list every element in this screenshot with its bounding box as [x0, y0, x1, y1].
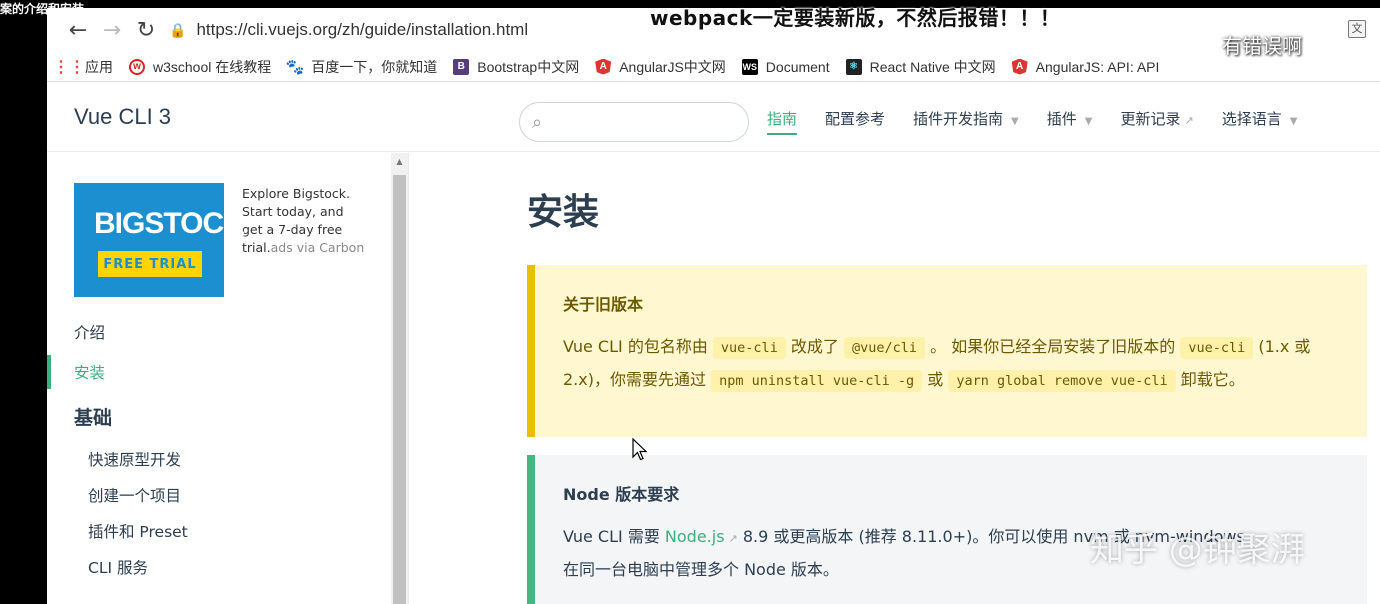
nav-label: 插件: [1046, 110, 1077, 128]
url-text: https://cli.vuejs.org/zh/guide/installat…: [196, 20, 529, 39]
chevron-down-icon: ▼: [1289, 116, 1298, 127]
browser-window: ← → ↻ 🔒 https://cli.vuejs.org/zh/guide/i…: [47, 8, 1380, 604]
search-icon: ⌕: [532, 111, 543, 133]
nav-plugins[interactable]: 插件 ▼: [1047, 108, 1093, 135]
nav-guide[interactable]: 指南: [767, 108, 798, 135]
bookmark-label: Bootstrap中文网: [477, 58, 580, 75]
back-icon[interactable]: ←: [61, 15, 95, 45]
external-link-icon: ↗: [1184, 114, 1194, 127]
sidebar-item-prototyping[interactable]: 快速原型开发: [88, 448, 188, 470]
bookmark-label: w3school 在线教程: [153, 58, 272, 75]
bookmark-label: 应用: [85, 58, 113, 75]
bookmark-label: AngularJS中文网: [619, 58, 726, 75]
sidebar-item-plugins-preset[interactable]: 插件和 Preset: [88, 520, 188, 542]
sidebar-scrollbar[interactable]: ▲: [391, 153, 408, 604]
angular-icon: A: [595, 58, 612, 75]
bookmark-apps[interactable]: ⋮⋮ 应用: [53, 57, 113, 77]
chevron-down-icon: ▼: [1011, 116, 1019, 127]
top-nav: 指南 配置参考 插件开发指南 ▼ 插件 ▼ 更新记录 ↗ 选择语言 ▼: [767, 108, 1325, 135]
bookmark-label: AngularJS: API: API: [1035, 58, 1160, 75]
active-indicator: [47, 355, 51, 389]
sidebar-item-cli-service[interactable]: CLI 服务: [88, 556, 188, 578]
ad-image[interactable]: BIGSTOCK™ FREE TRIAL: [74, 183, 252, 297]
lock-icon: 🔒: [169, 21, 187, 38]
ws-icon: WS: [741, 58, 758, 75]
sidebar-links: 介绍 安装 基础 快速原型开发 创建一个项目 插件和 Preset CLI 服务: [47, 321, 188, 592]
code-inline: yarn global remove vue-cli: [948, 370, 1176, 392]
ad-brand: BIGSTOCK™: [94, 207, 252, 240]
nav-label: 指南: [767, 110, 798, 128]
watermark: 知乎 @钟聚湃: [1090, 530, 1305, 570]
warning-block: 关于旧版本 Vue CLI 的包名称由 vue-cli 改成了 @vue/cli…: [527, 265, 1367, 437]
code-inline: vue-cli: [1180, 337, 1254, 359]
ad-via: ads via Carbon: [270, 240, 365, 255]
mouse-cursor-icon: [632, 438, 648, 461]
bootstrap-icon: B: [453, 58, 470, 75]
url-field[interactable]: 🔒 https://cli.vuejs.org/zh/guide/install…: [169, 20, 528, 40]
sidebar: BIGSTOCK™ FREE TRIAL Explore Bigstock. S…: [47, 153, 409, 604]
overlay-error-label: 有错误啊: [1222, 34, 1302, 58]
page-title: 安装: [527, 192, 600, 233]
search-box[interactable]: ⌕: [519, 102, 749, 142]
bookmark-document[interactable]: WS Document: [741, 58, 830, 75]
bookmarks-bar: ⋮⋮ 应用 w w3school 在线教程 🐾 百度一下，你就知道 B Bootstra…: [47, 52, 1380, 82]
bookmark-label: Document: [765, 58, 830, 75]
forward-icon[interactable]: →: [95, 15, 129, 45]
scroll-up-icon[interactable]: ▲: [391, 153, 408, 171]
nodejs-link[interactable]: Node.js: [665, 527, 725, 546]
bookmark-label: 百度一下，你就知道: [311, 58, 438, 75]
translate-icon[interactable]: 文: [1348, 20, 1366, 38]
bookmark-bootstrap[interactable]: B Bootstrap中文网: [453, 57, 579, 77]
nav-changelog[interactable]: 更新记录 ↗: [1120, 108, 1193, 135]
apps-icon: ⋮⋮: [53, 58, 85, 76]
bookmark-react-native[interactable]: ⚛ React Native 中文网: [845, 57, 996, 77]
nav-label: 配置参考: [825, 110, 886, 128]
react-icon: ⚛: [845, 58, 862, 75]
ad-text[interactable]: Explore Bigstock. Start today, and get a…: [242, 183, 367, 297]
carbon-ad[interactable]: BIGSTOCK™ FREE TRIAL Explore Bigstock. S…: [74, 183, 367, 297]
sidebar-group-basics: 基础: [74, 407, 113, 429]
bookmark-angularjs-cn[interactable]: A AngularJS中文网: [595, 57, 726, 77]
sidebar-item-install[interactable]: 安装: [47, 355, 188, 389]
warning-title: 关于旧版本: [563, 295, 644, 314]
nav-label: 插件开发指南: [913, 110, 1004, 128]
angular-icon: A: [1011, 58, 1028, 75]
chevron-down-icon: ▼: [1084, 116, 1093, 127]
nav-plugin-dev[interactable]: 插件开发指南 ▼: [913, 108, 1019, 135]
ad-badge: FREE TRIAL: [98, 251, 202, 277]
bookmark-angularjs-api[interactable]: A AngularJS: API: API: [1011, 58, 1160, 75]
search-input[interactable]: [550, 107, 731, 137]
w3school-icon: w: [129, 58, 145, 75]
bookmark-label: React Native 中文网: [869, 58, 996, 75]
sidebar-item-label: 安装: [74, 364, 106, 382]
tip-title: Node 版本要求: [563, 485, 680, 504]
warning-text: Vue CLI 的包名称由 vue-cli 改成了 @vue/cli 。 如果你…: [563, 331, 1339, 397]
overlay-note: webpack一定要装新版，不然后报错！！！: [650, 6, 1061, 30]
nav-config[interactable]: 配置参考: [825, 108, 885, 135]
sidebar-item-creating-project[interactable]: 创建一个项目: [88, 484, 188, 506]
nav-language[interactable]: 选择语言 ▼: [1222, 108, 1298, 135]
code-inline: @vue/cli: [844, 337, 926, 359]
code-inline: npm uninstall vue-cli -g: [711, 370, 923, 392]
code-inline: vue-cli: [712, 337, 786, 359]
baidu-icon: 🐾: [285, 58, 305, 76]
bookmark-w3school[interactable]: w w3school 在线教程: [129, 57, 271, 77]
reload-icon[interactable]: ↻: [129, 15, 163, 45]
scroll-thumb[interactable]: [393, 175, 406, 604]
site-header: Vue CLI 3 ⌕ 指南 配置参考 插件开发指南 ▼ 插件 ▼ 更新记录 ↗ 选择…: [47, 82, 1380, 152]
nav-label: 更新记录: [1120, 110, 1181, 128]
video-caption: 案的介绍和安装: [0, 2, 85, 16]
sidebar-item-intro[interactable]: 介绍: [74, 321, 188, 343]
external-link-icon: ↗: [728, 532, 738, 545]
nav-label: 选择语言: [1221, 110, 1282, 128]
site-logo[interactable]: Vue CLI 3: [74, 104, 171, 130]
bookmark-baidu[interactable]: 🐾 百度一下，你就知道: [285, 57, 438, 77]
